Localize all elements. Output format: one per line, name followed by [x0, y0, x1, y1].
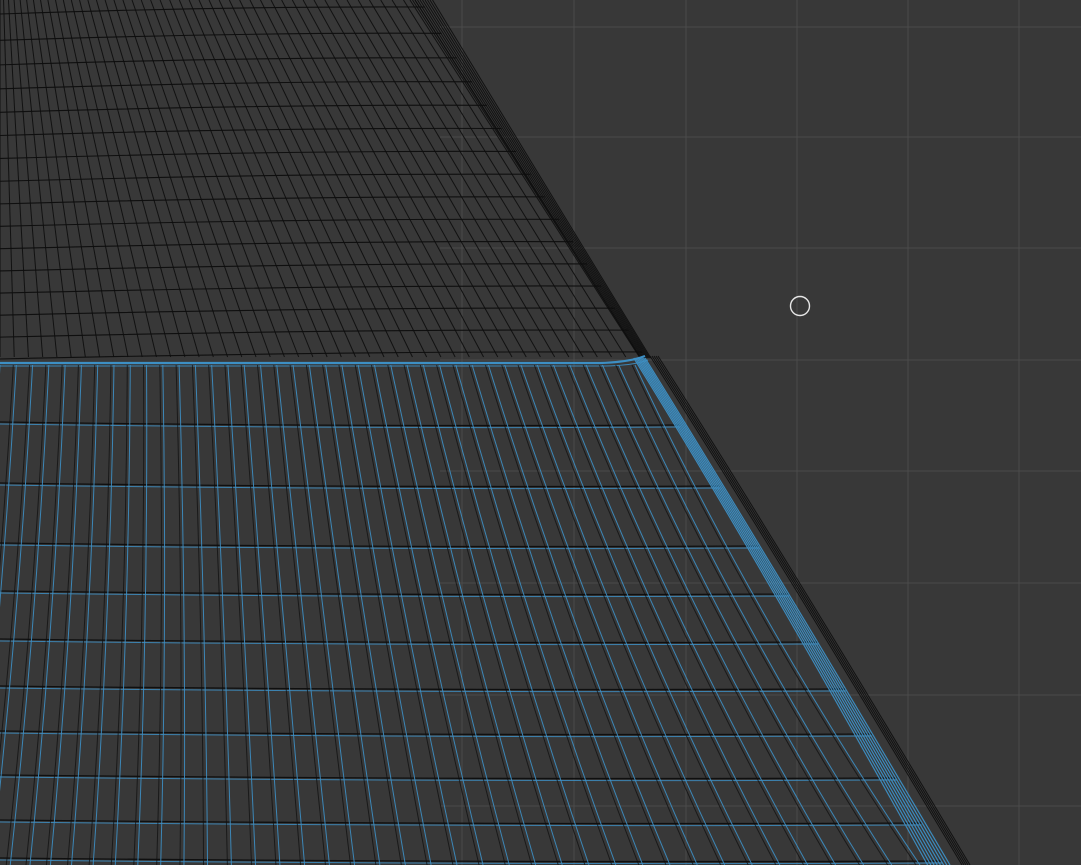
- viewport-canvas[interactable]: [0, 0, 1081, 865]
- 3d-viewport[interactable]: [0, 0, 1081, 865]
- viewport-background: [0, 0, 1081, 865]
